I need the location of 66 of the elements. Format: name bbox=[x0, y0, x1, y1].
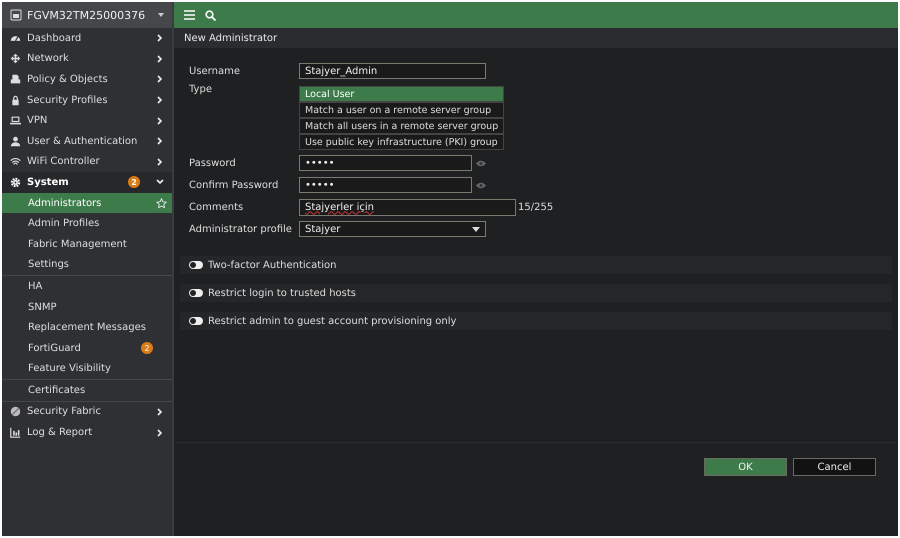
laptop-icon bbox=[10, 115, 21, 126]
printer-icon bbox=[10, 74, 21, 85]
caret-icon bbox=[472, 226, 480, 232]
type-option[interactable]: Local User bbox=[299, 86, 504, 102]
cancel-button[interactable]: Cancel bbox=[793, 458, 876, 476]
field-label: Confirm Password bbox=[189, 180, 280, 190]
device-icon bbox=[10, 9, 22, 21]
chevron-icon bbox=[156, 428, 164, 437]
character-counter: 15/255 bbox=[518, 202, 554, 212]
password-field[interactable]: ••••• bbox=[299, 155, 472, 171]
type-option[interactable]: Match all users in a remote server group bbox=[299, 118, 504, 134]
sidebar-item[interactable]: System 2 bbox=[2, 172, 172, 193]
toggle-switch[interactable] bbox=[189, 289, 203, 297]
device-selector[interactable]: FGVM32TM25000376 bbox=[2, 2, 172, 28]
comments-field[interactable]: Stajyerler için bbox=[299, 198, 516, 216]
eye-icon[interactable] bbox=[476, 160, 486, 166]
chevron-icon bbox=[156, 54, 164, 63]
chevron-icon bbox=[156, 75, 164, 84]
toggle-switch[interactable] bbox=[189, 261, 203, 269]
sidebar-item[interactable]: User & Authentication bbox=[2, 130, 172, 152]
field-label: Username bbox=[189, 66, 241, 76]
field-label: Type bbox=[189, 84, 213, 95]
chevron-icon bbox=[156, 158, 164, 166]
striped-circle-icon bbox=[10, 406, 21, 418]
chevron-icon bbox=[156, 34, 164, 42]
toggle-label: Restrict login to trusted hosts bbox=[208, 288, 356, 298]
chevron-icon bbox=[156, 96, 164, 104]
toggle-label: Two-factor Authentication bbox=[208, 260, 336, 270]
sidebar-item[interactable]: VPN bbox=[2, 110, 172, 131]
type-option[interactable]: Match a user on a remote server group bbox=[299, 102, 504, 118]
move-arrows-icon bbox=[10, 53, 21, 64]
sidebar-item[interactable]: WiFi Controller bbox=[2, 152, 172, 172]
profile-dropdown[interactable]: Stajyer bbox=[299, 221, 486, 237]
sidebar-item[interactable]: Policy & Objects bbox=[2, 69, 172, 90]
sidebar-item[interactable]: Log & Report bbox=[2, 422, 172, 443]
page-title: New Administrator bbox=[174, 28, 898, 48]
sidebar-subitem[interactable]: Administrators bbox=[2, 192, 172, 214]
user-icon bbox=[10, 136, 21, 147]
star-icon[interactable] bbox=[156, 198, 167, 209]
field-label: Administrator profile bbox=[189, 224, 293, 234]
sidebar-item[interactable]: Dashboard bbox=[2, 28, 172, 49]
toggle-switch[interactable] bbox=[189, 317, 203, 325]
gear-icon bbox=[10, 176, 21, 188]
count-badge: 2 bbox=[128, 176, 140, 188]
search-icon[interactable] bbox=[205, 10, 216, 20]
wifi-icon bbox=[10, 156, 21, 168]
field-label: Comments bbox=[189, 202, 244, 212]
chevron-icon bbox=[156, 178, 164, 186]
password-field[interactable]: ••••• bbox=[299, 177, 472, 193]
username-field[interactable]: Stajyer_Admin bbox=[299, 63, 486, 79]
field-label: Password bbox=[189, 158, 237, 168]
chevron-icon bbox=[156, 116, 164, 125]
menu-icon[interactable] bbox=[184, 10, 195, 20]
caret-icon bbox=[158, 13, 164, 17]
chevron-icon bbox=[156, 408, 164, 416]
lock-icon bbox=[10, 94, 21, 106]
ok-button[interactable]: OK bbox=[704, 458, 787, 476]
sidebar-item[interactable]: Network bbox=[2, 48, 172, 70]
count-badge: 2 bbox=[141, 342, 153, 354]
type-option[interactable]: Use public key infrastructure (PKI) group bbox=[299, 134, 504, 150]
sidebar-item[interactable]: Security Profiles bbox=[2, 90, 172, 110]
chevron-icon bbox=[156, 137, 164, 146]
toggle-label: Restrict admin to guest account provisioning only bbox=[208, 316, 456, 326]
sidebar-item[interactable]: Security Fabric bbox=[2, 402, 172, 422]
eye-icon[interactable] bbox=[476, 182, 486, 188]
bar-chart-icon bbox=[10, 427, 21, 438]
